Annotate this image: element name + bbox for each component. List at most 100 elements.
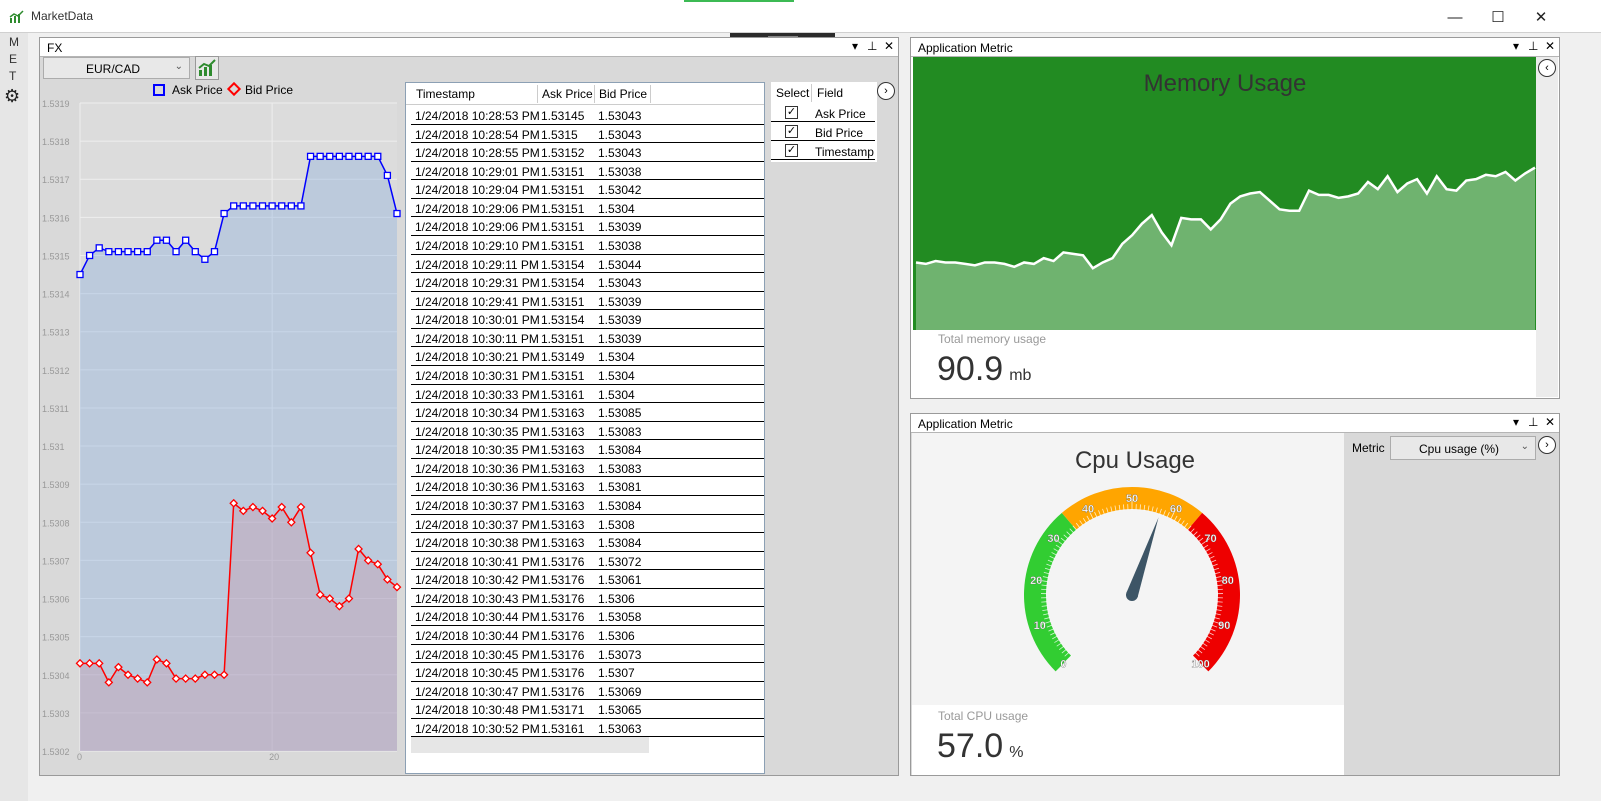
cpu-gauge: 0 10 20 30 40 50 60 70 80 90 100 — [1024, 487, 1240, 672]
ask-price-cell: 1.53152 — [541, 146, 585, 161]
pin-icon[interactable]: ⊥ — [1528, 39, 1538, 53]
table-row[interactable]: 1/24/2018 10:30:52 PM 1.53161 1.53063 — [411, 719, 764, 738]
app-chart-icon — [9, 10, 25, 27]
bid-price-cell: 1.53061 — [598, 573, 642, 588]
table-row[interactable]: 1/24/2018 10:30:41 PM 1.53176 1.53072 — [411, 552, 764, 571]
panel-menu-icon[interactable]: ▾ — [850, 39, 860, 53]
currency-pair-select[interactable]: EUR/CAD ⌄ — [43, 57, 190, 79]
timestamp-cell: 1/24/2018 10:28:54 PM — [415, 127, 540, 142]
table-row[interactable]: 1/24/2018 10:30:44 PM 1.53176 1.5306 — [411, 626, 764, 645]
sidebar-letter-m[interactable]: M — [9, 35, 19, 49]
table-row[interactable]: 1/24/2018 10:29:10 PM 1.53151 1.53038 — [411, 236, 764, 255]
ask-point — [162, 236, 171, 244]
maximize-button[interactable]: ☐ — [1475, 4, 1521, 30]
panel-close-icon[interactable]: ✕ — [884, 39, 894, 53]
gauge-needle — [1126, 517, 1159, 597]
table-row[interactable]: 1/24/2018 10:28:53 PM 1.53145 1.53043 — [411, 106, 764, 125]
table-row[interactable]: 1/24/2018 10:29:11 PM 1.53154 1.53044 — [411, 255, 764, 274]
table-row[interactable]: 1/24/2018 10:30:38 PM 1.53163 1.53084 — [411, 533, 764, 552]
gauge-tick-label: 100 — [1191, 659, 1209, 671]
ask-price-cell: 1.53151 — [541, 238, 585, 253]
table-row[interactable]: 1/24/2018 10:29:41 PM 1.53151 1.53039 — [411, 292, 764, 311]
timestamp-checkbox[interactable]: ✓ — [785, 144, 798, 157]
table-row[interactable]: 1/24/2018 10:30:45 PM 1.53176 1.5307 — [411, 663, 764, 682]
table-row[interactable]: 1/24/2018 10:30:21 PM 1.53149 1.5304 — [411, 347, 764, 366]
ask-point — [76, 270, 84, 279]
table-row[interactable]: 1/24/2018 10:30:35 PM 1.53163 1.53083 — [411, 422, 764, 441]
chevron-right-icon[interactable]: › — [1538, 436, 1556, 454]
table-header: Timestamp Ask Price Bid Price — [406, 83, 764, 105]
chevron-right-icon[interactable]: › — [877, 82, 895, 100]
table-row[interactable]: 1/24/2018 10:30:45 PM 1.53176 1.53073 — [411, 645, 764, 664]
table-row[interactable]: 1/24/2018 10:30:11 PM 1.53151 1.53039 — [411, 329, 764, 348]
table-row[interactable]: 1/24/2018 10:28:54 PM 1.5315 1.53043 — [411, 125, 764, 144]
field-label: Timestamp — [815, 145, 874, 159]
cpu-panel-header: Application Metric ▾ ⊥ ✕ — [911, 414, 1559, 433]
table-row[interactable]: 1/24/2018 10:28:55 PM 1.53152 1.53043 — [411, 143, 764, 162]
table-row[interactable]: 1/24/2018 10:29:04 PM 1.53151 1.53042 — [411, 180, 764, 199]
table-row[interactable]: 1/24/2018 10:30:43 PM 1.53176 1.5306 — [411, 589, 764, 608]
table-row[interactable]: 1/24/2018 10:30:34 PM 1.53163 1.53085 — [411, 403, 764, 422]
field-row-ask[interactable]: ✓ Ask Price — [771, 104, 875, 122]
panel-close-icon[interactable]: ✕ — [1545, 39, 1555, 53]
ask-price-cell: 1.53161 — [541, 387, 585, 402]
ask-point — [383, 171, 392, 180]
field-row-bid[interactable]: ✓ Bid Price — [771, 123, 875, 141]
table-row[interactable]: 1/24/2018 10:30:44 PM 1.53176 1.53058 — [411, 607, 764, 626]
pin-icon[interactable]: ⊥ — [1528, 415, 1538, 429]
table-row[interactable]: 1/24/2018 10:30:37 PM 1.53163 1.5308 — [411, 515, 764, 534]
bid-price-cell: 1.53038 — [598, 164, 642, 179]
ask-point — [114, 248, 123, 256]
minimize-button[interactable]: — — [1432, 4, 1478, 30]
col-header-bid[interactable]: Bid Price — [599, 87, 647, 101]
gear-icon[interactable]: ⚙ — [4, 86, 20, 107]
ask-price-cell: 1.5315 — [541, 127, 578, 142]
close-button[interactable]: ✕ — [1518, 4, 1564, 30]
ask-point — [335, 152, 344, 161]
gauge-tick-label: 70 — [1204, 533, 1216, 545]
timestamp-cell: 1/24/2018 10:29:06 PM — [415, 201, 540, 216]
table-row[interactable]: 1/24/2018 10:29:06 PM 1.53151 1.53039 — [411, 217, 764, 236]
timestamp-cell: 1/24/2018 10:30:37 PM — [415, 517, 540, 532]
gauge-tick-label: 30 — [1047, 533, 1059, 545]
table-row[interactable]: 1/24/2018 10:30:01 PM 1.53154 1.53039 — [411, 310, 764, 329]
timestamp-cell: 1/24/2018 10:30:35 PM — [415, 424, 540, 439]
table-row[interactable]: 1/24/2018 10:29:31 PM 1.53154 1.53043 — [411, 273, 764, 292]
panel-close-icon[interactable]: ✕ — [1545, 415, 1555, 429]
table-row[interactable]: 1/24/2018 10:30:47 PM 1.53176 1.53069 — [411, 682, 764, 701]
memory-chart-title: Memory Usage — [1143, 70, 1307, 97]
chevron-left-icon[interactable]: ‹ — [1538, 59, 1556, 77]
pin-icon[interactable]: ⊥ — [867, 39, 877, 53]
ask-point — [354, 152, 363, 161]
table-row[interactable]: 1/24/2018 10:29:06 PM 1.53151 1.5304 — [411, 199, 764, 218]
table-scroll-area[interactable] — [411, 737, 649, 753]
table-row[interactable]: 1/24/2018 10:30:33 PM 1.53161 1.5304 — [411, 385, 764, 404]
table-row[interactable]: 1/24/2018 10:30:35 PM 1.53163 1.53084 — [411, 440, 764, 459]
ask-price-checkbox[interactable]: ✓ — [785, 106, 798, 119]
table-row[interactable]: 1/24/2018 10:30:36 PM 1.53163 1.53081 — [411, 477, 764, 496]
chart-toggle-button[interactable] — [195, 56, 219, 80]
panel-menu-icon[interactable]: ▾ — [1511, 415, 1521, 429]
table-row[interactable]: 1/24/2018 10:30:48 PM 1.53171 1.53065 — [411, 700, 764, 719]
field-row-timestamp[interactable]: ✓ Timestamp — [771, 142, 875, 160]
bid-price-cell: 1.53042 — [598, 183, 642, 198]
panel-menu-icon[interactable]: ▾ — [1511, 39, 1521, 53]
ask-point — [316, 152, 324, 161]
table-row[interactable]: 1/24/2018 10:30:31 PM 1.53151 1.5304 — [411, 366, 764, 385]
col-header-ask[interactable]: Ask Price — [542, 87, 593, 101]
bid-price-checkbox[interactable]: ✓ — [785, 125, 798, 138]
bid-price-cell: 1.53083 — [598, 461, 642, 476]
table-row[interactable]: 1/24/2018 10:29:01 PM 1.53151 1.53038 — [411, 162, 764, 181]
metric-select[interactable]: Cpu usage (%) ⌄ — [1390, 436, 1536, 460]
cpu-value-display: 57.0% — [937, 727, 1023, 766]
timestamp-cell: 1/24/2018 10:30:45 PM — [415, 666, 540, 681]
table-row[interactable]: 1/24/2018 10:30:37 PM 1.53163 1.53084 — [411, 496, 764, 515]
memory-panel-title: Application Metric — [918, 41, 1013, 55]
select-column-header: Select — [776, 86, 810, 100]
table-row[interactable]: 1/24/2018 10:30:36 PM 1.53163 1.53083 — [411, 459, 764, 478]
col-header-timestamp[interactable]: Timestamp — [416, 87, 475, 101]
sidebar-letter-e[interactable]: E — [9, 52, 17, 66]
gauge-tick-label: 80 — [1222, 575, 1234, 587]
table-row[interactable]: 1/24/2018 10:30:42 PM 1.53176 1.53061 — [411, 570, 764, 589]
sidebar-letter-t[interactable]: T — [9, 69, 16, 83]
